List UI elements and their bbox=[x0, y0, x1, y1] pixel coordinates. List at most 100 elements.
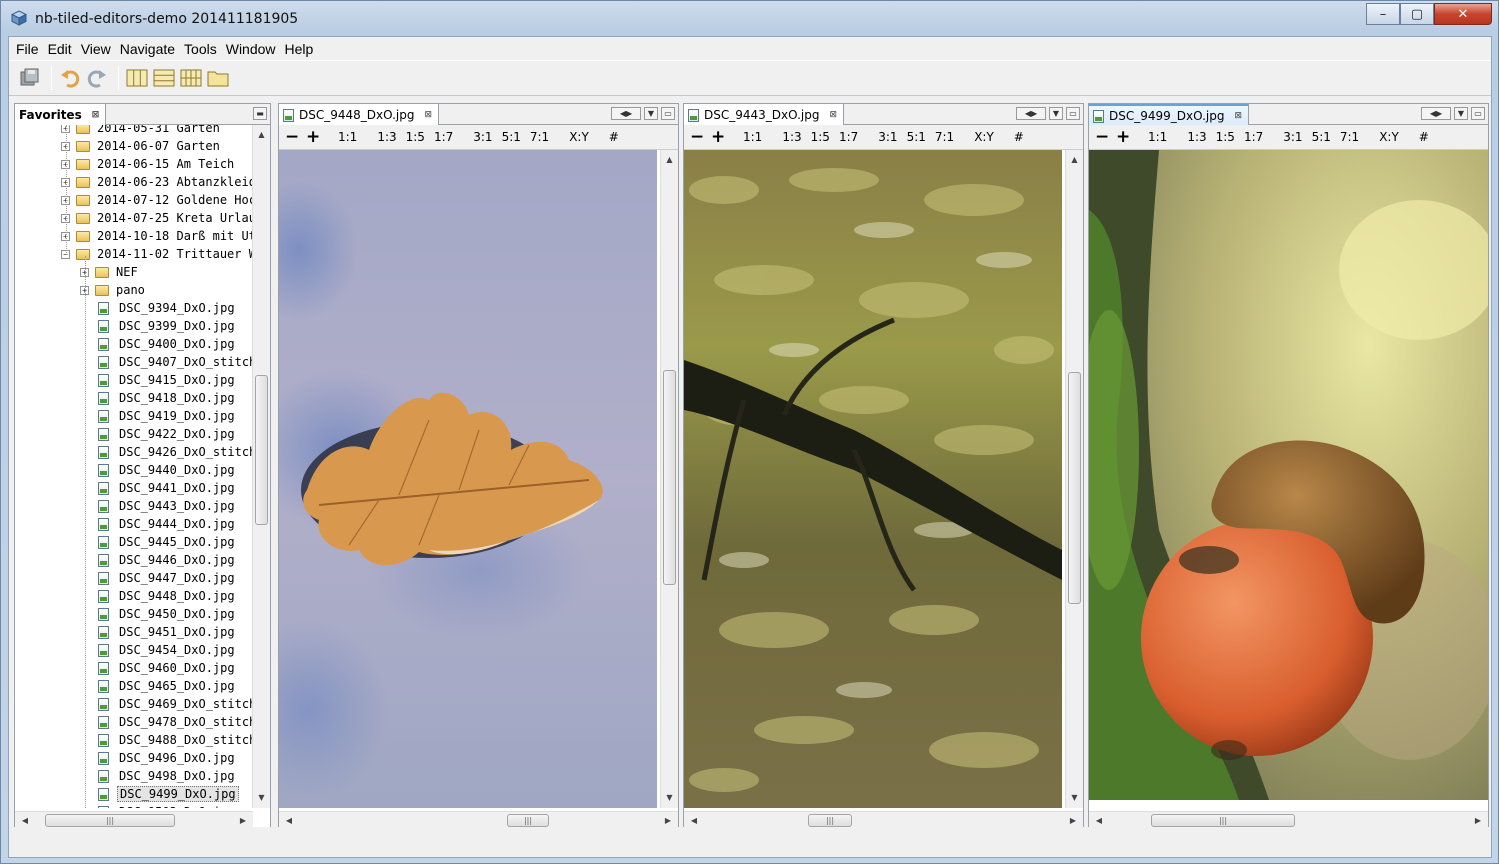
tree-file[interactable]: DSC_9415_DxO.jpg bbox=[98, 371, 237, 389]
zoom-button[interactable]: # bbox=[1416, 130, 1432, 144]
zoom-button[interactable]: 1:3 bbox=[374, 130, 399, 144]
tab-scroll-icon[interactable]: ◀▶ bbox=[1016, 107, 1046, 120]
zoom-button[interactable]: 1:1 bbox=[1145, 130, 1170, 144]
tree-file[interactable]: DSC_9407_DxO_stitch. bbox=[98, 353, 253, 371]
zoom-button[interactable]: 1:7 bbox=[431, 130, 456, 144]
zoom-button[interactable]: 3:1 bbox=[470, 130, 495, 144]
tree-file[interactable]: DSC_9394_DxO.jpg bbox=[98, 299, 237, 317]
zoom-button[interactable]: 1:3 bbox=[779, 130, 804, 144]
scroll-down-icon[interactable]: ▼ bbox=[253, 790, 270, 806]
zoom-button[interactable]: 7:1 bbox=[932, 130, 957, 144]
tab-list-icon[interactable]: ▼ bbox=[1454, 107, 1468, 120]
tree-file[interactable]: DSC_9499_DxO.jpg bbox=[98, 785, 239, 803]
tile-grid-icon[interactable] bbox=[179, 66, 203, 90]
tree-file[interactable]: DSC_9445_DxO.jpg bbox=[98, 533, 237, 551]
menu-view[interactable]: View bbox=[77, 41, 115, 57]
tree-folder[interactable]: +2014-05-31 Garten bbox=[61, 125, 222, 137]
menu-edit[interactable]: Edit bbox=[44, 41, 76, 57]
tree-file[interactable]: DSC_9496_DxO.jpg bbox=[98, 749, 237, 767]
zoom-button[interactable]: 3:1 bbox=[875, 130, 900, 144]
zoom-button[interactable]: − bbox=[282, 127, 300, 147]
image-view[interactable] bbox=[684, 150, 1062, 808]
tree-file[interactable]: DSC_9460_DxO.jpg bbox=[98, 659, 237, 677]
tree-file[interactable]: DSC_9422_DxO.jpg bbox=[98, 425, 237, 443]
menu-navigate[interactable]: Navigate bbox=[116, 41, 179, 57]
zoom-button[interactable]: 1:5 bbox=[403, 130, 428, 144]
maximize-button[interactable]: ▢ bbox=[1400, 3, 1434, 25]
close-tab-icon[interactable]: ⊠ bbox=[92, 110, 100, 120]
zoom-button[interactable]: − bbox=[1092, 127, 1110, 147]
scrollbar-thumb[interactable]: ||| bbox=[45, 814, 175, 827]
tree-file[interactable]: DSC_9440_DxO.jpg bbox=[98, 461, 237, 479]
tree-file[interactable]: DSC_9447_DxO.jpg bbox=[98, 569, 237, 587]
scroll-down-icon[interactable]: ▼ bbox=[1066, 790, 1083, 806]
tab-list-icon[interactable]: ▼ bbox=[1049, 107, 1063, 120]
tile-rows-icon[interactable] bbox=[152, 66, 176, 90]
tree-folder[interactable]: +2014-06-15 Am Teich bbox=[61, 155, 236, 173]
close-tab-icon[interactable]: ⊠ bbox=[424, 110, 432, 120]
zoom-button[interactable]: 1:3 bbox=[1184, 130, 1209, 144]
zoom-button[interactable]: 7:1 bbox=[1337, 130, 1362, 144]
editor-vertical-scrollbar[interactable]: ▲ ▼ bbox=[1065, 150, 1083, 808]
tree-file[interactable]: DSC_9419_DxO.jpg bbox=[98, 407, 237, 425]
tree-file[interactable]: DSC_9450_DxO.jpg bbox=[98, 605, 237, 623]
scrollbar-thumb[interactable] bbox=[663, 370, 676, 585]
scrollbar-thumb[interactable] bbox=[1068, 372, 1081, 604]
zoom-button[interactable]: X:Y bbox=[566, 130, 592, 144]
image-view[interactable] bbox=[1089, 150, 1488, 800]
scrollbar-thumb[interactable]: ||| bbox=[507, 814, 549, 827]
maximize-panel-icon[interactable]: ▭ bbox=[1066, 107, 1080, 120]
folder-icon[interactable] bbox=[206, 66, 230, 90]
tree-file[interactable]: DSC_9448_DxO.jpg bbox=[98, 587, 237, 605]
scrollbar-thumb[interactable]: ||| bbox=[808, 814, 852, 827]
close-tab-icon[interactable]: ⊠ bbox=[829, 110, 837, 120]
zoom-button[interactable]: 3:1 bbox=[1280, 130, 1305, 144]
tree-file[interactable]: DSC_9503_DxO.jpg bbox=[98, 803, 237, 808]
scroll-up-icon[interactable]: ▲ bbox=[661, 152, 678, 168]
minimize-panel-icon[interactable]: ▬ bbox=[253, 107, 267, 120]
tree-file[interactable]: DSC_9399_DxO.jpg bbox=[98, 317, 237, 335]
tree-folder[interactable]: + NEF bbox=[80, 263, 140, 281]
tile-columns-icon[interactable] bbox=[125, 66, 149, 90]
tab-favorites[interactable]: Favorites ⊠ bbox=[15, 104, 107, 126]
zoom-button[interactable]: 1:5 bbox=[808, 130, 833, 144]
menu-window[interactable]: Window bbox=[222, 41, 280, 57]
menu-tools[interactable]: Tools bbox=[180, 41, 221, 57]
image-view[interactable] bbox=[279, 150, 657, 808]
zoom-button[interactable]: 1:5 bbox=[1213, 130, 1238, 144]
tree-folder[interactable]: +2014-07-12 Goldene Hochz bbox=[61, 191, 253, 209]
tree-file[interactable]: DSC_9498_DxO.jpg bbox=[98, 767, 237, 785]
menu-help[interactable]: Help bbox=[281, 41, 318, 57]
tree-file[interactable]: DSC_9441_DxO.jpg bbox=[98, 479, 237, 497]
tree-folder[interactable]: + pano bbox=[80, 281, 147, 299]
scrollbar-thumb[interactable]: ||| bbox=[1151, 814, 1295, 827]
zoom-button[interactable]: 1:1 bbox=[335, 130, 360, 144]
zoom-button[interactable]: 5:1 bbox=[904, 130, 929, 144]
zoom-button[interactable]: 5:1 bbox=[499, 130, 524, 144]
save-all-icon[interactable] bbox=[18, 66, 42, 90]
scrollbar-thumb[interactable] bbox=[255, 375, 268, 525]
tab-editor-3[interactable]: DSC_9499_DxO.jpg ⊠ bbox=[1089, 104, 1250, 126]
tab-editor-2[interactable]: DSC_9443_DxO.jpg ⊠ bbox=[684, 104, 845, 126]
zoom-button[interactable]: 1:7 bbox=[836, 130, 861, 144]
zoom-button[interactable]: X:Y bbox=[971, 130, 997, 144]
zoom-button[interactable]: 7:1 bbox=[527, 130, 552, 144]
tree-file[interactable]: DSC_9444_DxO.jpg bbox=[98, 515, 237, 533]
maximize-panel-icon[interactable]: ▭ bbox=[1471, 107, 1485, 120]
tree-file[interactable]: DSC_9400_DxO.jpg bbox=[98, 335, 237, 353]
tree-folder[interactable]: +2014-06-23 Abtanzkleider bbox=[61, 173, 253, 191]
close-tab-icon[interactable]: ⊠ bbox=[1234, 111, 1242, 121]
zoom-button[interactable]: 5:1 bbox=[1309, 130, 1334, 144]
undo-icon[interactable] bbox=[58, 66, 82, 90]
tree-file[interactable]: DSC_9426_DxO_stitch. bbox=[98, 443, 253, 461]
tree-file[interactable]: DSC_9446_DxO.jpg bbox=[98, 551, 237, 569]
zoom-button[interactable]: 1:7 bbox=[1241, 130, 1266, 144]
close-button[interactable]: ✕ bbox=[1434, 3, 1492, 25]
menu-file[interactable]: File bbox=[12, 41, 43, 57]
tree-file[interactable]: DSC_9469_DxO_stitch. bbox=[98, 695, 253, 713]
tree-folder[interactable]: +2014-06-07 Garten bbox=[61, 137, 222, 155]
zoom-button[interactable]: # bbox=[1011, 130, 1027, 144]
zoom-button[interactable]: + bbox=[708, 127, 726, 147]
scroll-up-icon[interactable]: ▲ bbox=[253, 127, 270, 143]
tab-list-icon[interactable]: ▼ bbox=[644, 107, 658, 120]
